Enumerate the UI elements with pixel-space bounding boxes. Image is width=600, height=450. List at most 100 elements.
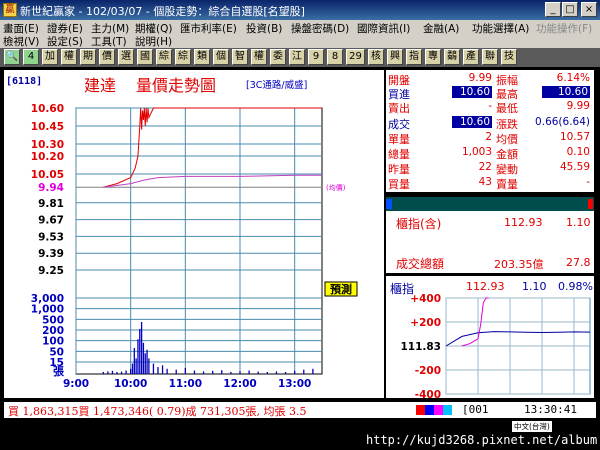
toolbar-btn-weight[interactable]: 權	[61, 49, 77, 65]
status-summary: 買 1,863,315買 1,473,346( 0.79)成 731,305張,…	[8, 405, 307, 418]
search-icon[interactable]: 🔍	[4, 49, 20, 65]
menu-function-ops[interactable]: 功能操作(F)	[536, 21, 592, 36]
menu-settings[interactable]: 設定(S)	[47, 34, 83, 49]
menu-trading-code[interactable]: 操盤密碼(D)	[291, 21, 349, 36]
toolbar-btn-4[interactable]: 4	[23, 49, 39, 65]
menu-help[interactable]: 說明(H)	[135, 34, 172, 49]
volume-ratio-strip	[386, 197, 594, 211]
mini-tick-label: -200	[415, 365, 441, 377]
quote-value: 2	[485, 131, 492, 143]
x-tick-label: 9:00	[63, 378, 89, 390]
quote-panel: 開盤 9.99 振幅 6.14% 買進 10.60 最高 10.60 賣出 - 最低 9.99 成交 10…	[386, 70, 594, 192]
turnover-label: 成交總額	[396, 257, 445, 271]
toolbar-btn-river[interactable]: 江	[289, 49, 305, 65]
toolbar-btn-9[interactable]: 9	[308, 49, 324, 65]
menu-bar: 畫面(E) 證券(E) 主力(M) 期權(Q) 匯市利率(E) 投資(B) 操盤…	[0, 20, 600, 48]
quote-label: 漲跌	[496, 118, 518, 131]
price-tick-label: 9.81	[38, 198, 64, 210]
toolbar-btn-8[interactable]: 8	[327, 49, 343, 65]
toolbar-btn-stock[interactable]: 個	[213, 49, 229, 65]
quote-value: 10.60	[542, 86, 590, 98]
color-legend	[416, 405, 452, 415]
toolbar-btn-link[interactable]: 聯	[482, 49, 498, 65]
toolbar-btn-futures[interactable]: 期	[80, 49, 96, 65]
maximize-button[interactable]: □	[562, 2, 578, 17]
otc-mini-chart[interactable]: +400 +200 111.83 -200 -400	[386, 276, 594, 398]
turnover-value: 203.35億	[494, 258, 544, 271]
swatch-cyan	[443, 405, 452, 415]
volume-unit-label: 張	[53, 365, 65, 378]
toolbar-btn-bird[interactable]: 鷸	[444, 49, 460, 65]
toolbar-btn-select[interactable]: 選	[118, 49, 134, 65]
x-tick-label: 10:00	[114, 378, 147, 390]
mini-tick-label: 111.83	[400, 341, 441, 353]
watermark-url: http://kujd3268.pixnet.net/album	[366, 433, 598, 447]
toolbar-btn-core[interactable]: 核	[368, 49, 384, 65]
price-tick-label: 9.53	[38, 231, 64, 243]
quote-label: 最低	[496, 102, 518, 115]
quote-label: 成交	[388, 118, 410, 131]
menu-view[interactable]: 檢視(V)	[3, 34, 39, 49]
price-tick-label: 9.67	[38, 215, 64, 227]
price-tick-label: 9.94	[38, 182, 64, 194]
toolbar-btn-rights[interactable]: 權	[251, 49, 267, 65]
footer-bar: 中文(台灣) http://kujd3268.pixnet.net/album	[0, 420, 600, 450]
toolbar-btn-special[interactable]: 專	[425, 49, 441, 65]
otc-index-change: 1.10	[566, 216, 591, 229]
quote-value: 43	[478, 176, 492, 188]
swatch-red	[416, 405, 425, 415]
status-code[interactable]: [001	[462, 403, 489, 416]
otc-index-label: 櫃指(含)	[396, 217, 442, 231]
toolbar-btn-tech[interactable]: 技	[501, 49, 517, 65]
menu-tools[interactable]: 工具(T)	[91, 34, 127, 49]
price-tick-label: 10.05	[31, 169, 64, 181]
otc-mini-chart-panel: 櫃指 112.93 1.10 0.98% +400 +200 111.83 -200-…	[386, 276, 594, 398]
quote-value: 9.99	[468, 72, 492, 84]
minimize-button[interactable]: _	[545, 2, 561, 17]
x-tick-label: 11:00	[169, 378, 202, 390]
price-tick-label: 9.25	[38, 265, 64, 277]
price-volume-chart[interactable]: 9:00 10:00 11:00 12:00 13:0010.6010.4510.301…	[4, 70, 384, 398]
toolbar-btn-smart[interactable]: 智	[232, 49, 248, 65]
ime-hint: 中文(台灣)	[512, 421, 552, 432]
menu-finance[interactable]: 金融(A)	[423, 21, 459, 36]
menu-international[interactable]: 國際資訊(I)	[357, 21, 410, 36]
ratio-bar-buy	[386, 199, 392, 209]
app-icon: 贏	[3, 3, 17, 17]
x-tick-label: 12:00	[223, 378, 256, 390]
price-tick-label: 10.30	[31, 139, 64, 151]
toolbar-btn-nation[interactable]: 國	[137, 49, 153, 65]
price-tick-label: 10.60	[31, 103, 64, 115]
close-button[interactable]: ×	[581, 2, 597, 17]
status-bar: 買 1,863,315買 1,473,346( 0.79)成 731,305張,…	[4, 402, 596, 418]
toolbar-btn-overview2[interactable]: 綜	[175, 49, 191, 65]
toolbar-btn-overview[interactable]: 綜	[156, 49, 172, 65]
quote-value: 22	[478, 161, 492, 173]
turnover-pct: 27.8	[566, 256, 591, 269]
otc-index-panel: 櫃指(含) 112.93 1.10 成交總額 203.35億 27.8	[386, 211, 594, 273]
mini-tick-label: +400	[410, 293, 441, 305]
quote-value: 0.10	[566, 146, 590, 158]
toolbar-btn-add[interactable]: 加	[42, 49, 58, 65]
toolbar-btn-rise[interactable]: 興	[387, 49, 403, 65]
x-tick-label: 13:00	[278, 378, 311, 390]
toolbar-btn-29[interactable]: 29	[346, 49, 365, 65]
title-bar: 贏 新世紀贏家 - 102/03/07 - 個股走勢：綜合自選股[名望股] _ …	[0, 0, 600, 20]
menu-invest[interactable]: 投資(B)	[246, 21, 282, 36]
plot-area	[75, 107, 323, 375]
toolbar-btn-order[interactable]: 委	[270, 49, 286, 65]
menu-function-select[interactable]: 功能選擇(A)	[472, 21, 529, 36]
menu-fx-rates[interactable]: 匯市利率(E)	[180, 21, 237, 36]
toolbar-btn-industry[interactable]: 產	[463, 49, 479, 65]
quote-label: 買量	[388, 178, 410, 191]
toolbar-btn-category[interactable]: 類	[194, 49, 210, 65]
mini-tick-label: -400	[415, 389, 441, 398]
toolbar-btn-price[interactable]: 價	[99, 49, 115, 65]
mini-tick-label: +200	[410, 317, 441, 329]
quote-value: 45.59	[559, 161, 590, 173]
price-tick-label: 9.39	[38, 248, 64, 260]
quote-label: 總量	[388, 148, 410, 161]
quote-value: -	[488, 100, 492, 112]
status-time: 13:30:41	[524, 403, 577, 416]
toolbar-btn-index[interactable]: 指	[406, 49, 422, 65]
